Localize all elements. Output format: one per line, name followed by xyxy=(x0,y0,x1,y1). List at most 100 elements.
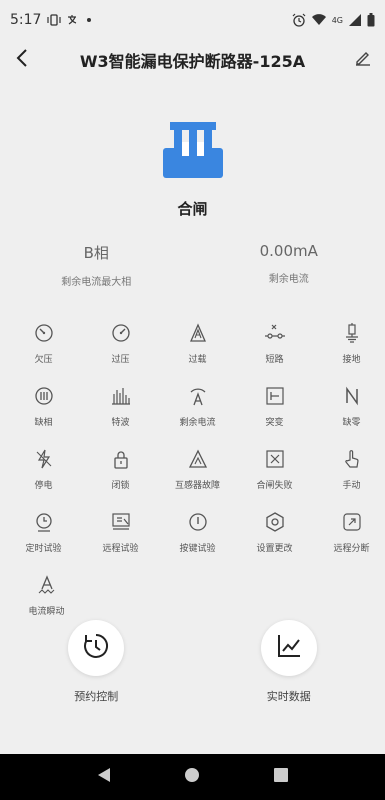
function-power-outage[interactable]: 停电 xyxy=(10,448,77,511)
function-label: 合闸失败 xyxy=(256,481,293,491)
network-type: 4G xyxy=(331,15,343,25)
function-label: 定时试验 xyxy=(25,544,62,554)
bottom-actions: 预约控制 实时数据 xyxy=(0,620,385,704)
function-harmonic[interactable]: 特波 xyxy=(87,385,154,448)
function-close-fail[interactable]: 合闸失败 xyxy=(241,448,308,511)
function-remote-break[interactable]: 远程分断 xyxy=(318,511,385,574)
gauge-high-icon xyxy=(110,322,132,344)
schedule-icon xyxy=(82,632,110,664)
remote-test-icon xyxy=(110,511,132,533)
status-time: 5:17 xyxy=(10,12,42,28)
function-overload[interactable]: 过载 xyxy=(164,322,231,385)
function-short-circuit[interactable]: 短路 xyxy=(241,322,308,385)
app-bar: W3智能漏电保护断路器-125A xyxy=(0,40,385,80)
function-undervoltage[interactable]: 欠压 xyxy=(10,322,77,385)
stats-panel: B相 剩余电流最大相 0.00mA 剩余电流 xyxy=(0,242,385,288)
function-row: 缺相 特波 剩余电流 突变 缺零 xyxy=(0,385,385,448)
schedule-control-button[interactable]: 预约控制 xyxy=(0,620,193,704)
back-triangle-icon xyxy=(96,767,112,787)
sudden-change-icon xyxy=(264,385,286,407)
function-label: 远程试验 xyxy=(102,544,139,554)
function-row: 停电 闭锁 互感器故障 合闸失败 手动 xyxy=(0,448,385,511)
breaker-switch-icon[interactable] xyxy=(160,118,226,180)
settings-change-icon xyxy=(264,511,286,533)
vibrate-icon xyxy=(47,14,62,26)
breaker-status: 合闸 xyxy=(0,118,385,219)
phase-loss-icon xyxy=(33,385,55,407)
function-label: 突变 xyxy=(265,418,284,428)
function-overvoltage[interactable]: 过压 xyxy=(87,322,154,385)
function-label: 接地 xyxy=(342,355,361,365)
function-label: 过压 xyxy=(111,355,130,365)
action-circle[interactable] xyxy=(260,620,317,676)
notification-dot-icon xyxy=(87,18,92,22)
realtime-data-button[interactable]: 实时数据 xyxy=(193,620,385,704)
translate-icon xyxy=(67,14,81,26)
recents-square-icon xyxy=(273,767,289,787)
stat-value: B相 xyxy=(83,244,109,262)
function-residual-current[interactable]: 剩余电流 xyxy=(164,385,231,448)
close-fail-icon xyxy=(264,448,286,470)
page-title: W3智能漏电保护断路器-125A xyxy=(79,52,306,71)
action-label: 实时数据 xyxy=(266,690,311,703)
residual-current-icon xyxy=(187,385,209,407)
lock-icon xyxy=(110,448,132,470)
back-button[interactable] xyxy=(0,40,44,80)
stat-label: 剩余电流 xyxy=(268,274,309,285)
short-circuit-icon xyxy=(264,322,286,344)
neutral-loss-icon xyxy=(341,385,363,407)
button-test-icon xyxy=(187,511,209,533)
function-label: 闭锁 xyxy=(111,481,130,491)
function-label: 按键试验 xyxy=(179,544,216,554)
overload-icon xyxy=(187,322,209,344)
stat-residual-current: 0.00mA 剩余电流 xyxy=(193,242,385,288)
function-lock[interactable]: 闭锁 xyxy=(87,448,154,511)
function-timer-test[interactable]: 定时试验 xyxy=(10,511,77,574)
function-manual[interactable]: 手动 xyxy=(318,448,385,511)
nav-back-button[interactable] xyxy=(92,765,116,789)
timer-test-icon xyxy=(33,511,55,533)
hand-icon xyxy=(341,448,363,470)
stat-max-phase: B相 剩余电流最大相 xyxy=(0,242,193,288)
stat-label: 剩余电流最大相 xyxy=(61,277,132,288)
alarm-icon xyxy=(292,13,306,27)
function-label: 停电 xyxy=(34,481,53,491)
function-ground[interactable]: 接地 xyxy=(318,322,385,385)
transformer-fault-icon xyxy=(187,448,209,470)
remote-break-icon xyxy=(341,511,363,533)
stat-value: 0.00mA xyxy=(259,242,318,260)
edit-button[interactable] xyxy=(341,40,385,80)
function-label: 缺零 xyxy=(342,418,361,428)
action-circle[interactable] xyxy=(68,620,125,676)
ground-icon xyxy=(341,322,363,344)
wifi-icon xyxy=(311,14,326,26)
battery-icon xyxy=(367,13,375,27)
home-circle-icon xyxy=(184,767,200,787)
function-remote-test[interactable]: 远程试验 xyxy=(87,511,154,574)
gauge-low-icon xyxy=(33,322,55,344)
function-neutral-loss[interactable]: 缺零 xyxy=(318,385,385,448)
chart-icon xyxy=(275,632,303,664)
function-sudden-change[interactable]: 突变 xyxy=(241,385,308,448)
chevron-left-icon xyxy=(16,49,28,71)
status-bar: 5:17 4G xyxy=(0,0,385,40)
function-button-test[interactable]: 按键试验 xyxy=(164,511,231,574)
breaker-state-label: 合闸 xyxy=(177,200,208,218)
function-phase-loss[interactable]: 缺相 xyxy=(10,385,77,448)
function-settings-change[interactable]: 设置更改 xyxy=(241,511,308,574)
function-transformer-fault[interactable]: 互感器故障 xyxy=(164,448,231,511)
action-label: 预约控制 xyxy=(74,690,119,703)
function-label: 设置更改 xyxy=(256,544,293,554)
function-label: 手动 xyxy=(342,481,361,491)
system-nav-bar xyxy=(0,754,385,800)
function-label: 欠压 xyxy=(34,355,53,365)
harmonic-icon xyxy=(110,385,132,407)
nav-recents-button[interactable] xyxy=(269,765,293,789)
function-label: 电流瞬动 xyxy=(28,607,65,617)
current-instant-icon xyxy=(36,574,58,596)
function-label: 缺相 xyxy=(34,418,53,428)
function-row: 定时试验 远程试验 按键试验 设置更改 远程分断 xyxy=(0,511,385,574)
nav-home-button[interactable] xyxy=(180,765,204,789)
signal-icon xyxy=(349,14,361,26)
function-row: 欠压 过压 过载 短路 接地 xyxy=(0,322,385,385)
